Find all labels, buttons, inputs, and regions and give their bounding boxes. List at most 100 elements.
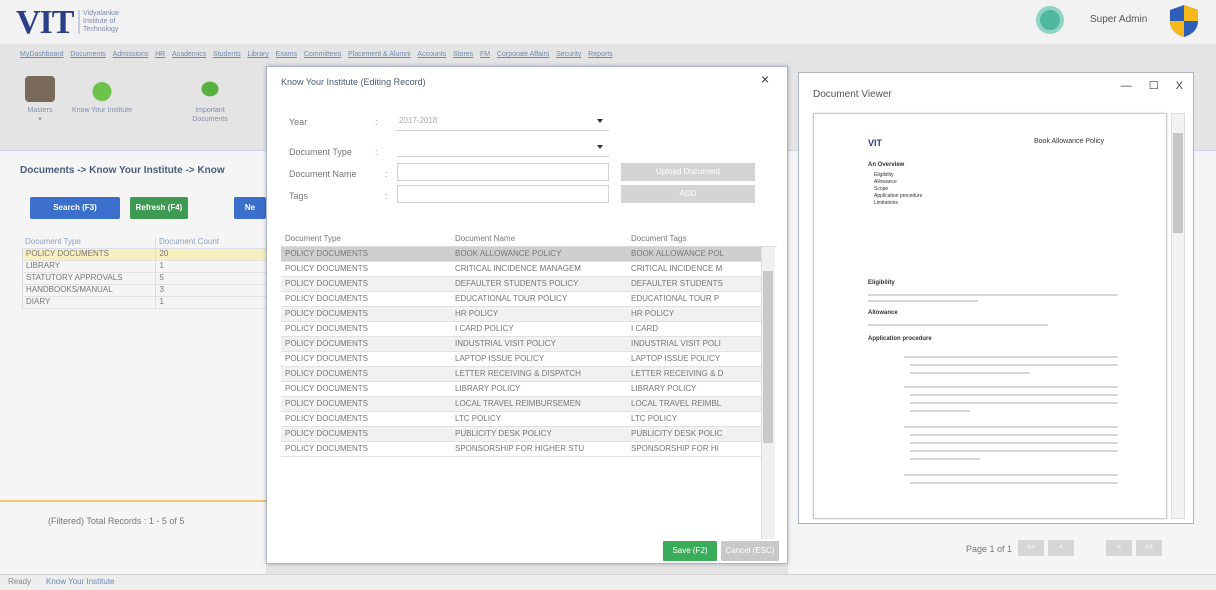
grid-row[interactable]: POLICY DOCUMENTS EDUCATIONAL TOUR POLICY E… bbox=[281, 292, 761, 307]
grid-row[interactable]: POLICY DOCUMENTS DEFAULTER STUDENTS POLIC… bbox=[281, 277, 761, 292]
colon: : bbox=[375, 117, 378, 127]
menu-library[interactable]: Library bbox=[247, 51, 268, 58]
viewer-scrollbar-thumb[interactable] bbox=[1173, 133, 1183, 233]
document-name-input[interactable] bbox=[397, 163, 609, 181]
table-row[interactable]: POLICY DOCUMENTS 20 bbox=[22, 249, 266, 261]
status-ready: Ready bbox=[8, 577, 32, 586]
first-page-button[interactable]: << bbox=[1018, 540, 1044, 556]
logo-text: VIT bbox=[16, 4, 74, 41]
grid-row[interactable]: POLICY DOCUMENTS SPONSORSHIP FOR HIGHER S… bbox=[281, 442, 761, 457]
shield-icon bbox=[1170, 5, 1198, 37]
grid-row[interactable]: POLICY DOCUMENTS LETTER RECEIVING & DISPA… bbox=[281, 367, 761, 382]
tags-label: Tags bbox=[289, 191, 309, 201]
status-bar bbox=[0, 574, 1216, 590]
year-select[interactable]: 2017-2018 bbox=[395, 113, 609, 131]
pager: Page 1 of 1 << < > >> bbox=[966, 540, 1196, 558]
institute-logo: VIT Vidyalankar Institute of Technology bbox=[16, 4, 126, 42]
doc-allowance-heading: Allowance bbox=[868, 310, 898, 316]
search-button[interactable]: Search (F3) bbox=[30, 197, 120, 219]
doc-overview-heading: An Overview bbox=[868, 162, 905, 168]
menu-reports[interactable]: Reports bbox=[588, 51, 613, 58]
menu-students[interactable]: Students bbox=[213, 51, 241, 58]
menu-stores[interactable]: Stores bbox=[453, 51, 473, 58]
year-label: Year bbox=[289, 117, 308, 127]
menu-dashboard[interactable]: MyDashboard bbox=[20, 51, 64, 58]
doc-logo: VIT bbox=[868, 138, 883, 148]
total-records: (Filtered) Total Records : 1 - 5 of 5 bbox=[48, 516, 185, 526]
table-row[interactable]: HANDBOOKS/MANUAL 3 bbox=[22, 285, 266, 297]
user-name[interactable]: Super Admin bbox=[1090, 14, 1147, 25]
grid-row[interactable]: POLICY DOCUMENTS HR POLICY HR POLICY bbox=[281, 307, 761, 322]
top-bar bbox=[0, 0, 1216, 44]
grid-scrollbar-thumb[interactable] bbox=[763, 271, 773, 443]
table-row[interactable]: LIBRARY 1 bbox=[22, 261, 266, 273]
viewer-title: Document Viewer bbox=[813, 89, 892, 100]
grid-row[interactable]: POLICY DOCUMENTS LOCAL TRAVEL REIMBURSEME… bbox=[281, 397, 761, 412]
grid-row[interactable]: POLICY DOCUMENTS BOOK ALLOWANCE POLICY BOO… bbox=[281, 247, 761, 262]
doc-procedure-heading: Application procedure bbox=[868, 336, 932, 342]
document-page: VIT Book Allowance Policy An Overview El… bbox=[813, 113, 1167, 519]
prev-page-button[interactable]: < bbox=[1048, 540, 1074, 556]
doc-bullet: Application procedure bbox=[874, 193, 923, 199]
grid-row[interactable]: POLICY DOCUMENTS INDUSTRIAL VISIT POLICY I… bbox=[281, 337, 761, 352]
next-page-button[interactable]: > bbox=[1106, 540, 1132, 556]
grid-row[interactable]: POLICY DOCUMENTS CRITICAL INCIDENCE MANAG… bbox=[281, 262, 761, 277]
menu-academics[interactable]: Academics bbox=[172, 51, 206, 58]
main-menu: MyDashboard Documents Admissions HR Acad… bbox=[0, 48, 1216, 66]
masters-icon bbox=[25, 76, 55, 102]
close-icon[interactable]: X bbox=[1176, 80, 1183, 92]
close-icon[interactable]: × bbox=[761, 71, 769, 87]
menu-corporate[interactable]: Corporate Affairs bbox=[497, 51, 549, 58]
new-button[interactable]: Ne bbox=[234, 197, 266, 219]
cancel-button[interactable]: Cancel (ESC) bbox=[721, 541, 779, 561]
minimize-icon[interactable]: — bbox=[1121, 80, 1132, 92]
table-row[interactable]: STATUTORY APPROVALS 5 bbox=[22, 273, 266, 285]
document-name-label: Document Name bbox=[289, 169, 357, 179]
add-button[interactable]: ADD bbox=[621, 185, 755, 203]
chevron-down-icon bbox=[597, 119, 603, 123]
dialog-title: Know Your Institute (Editing Record) bbox=[281, 77, 426, 87]
status-page: Know Your Institute bbox=[46, 577, 115, 586]
menu-placement[interactable]: Placement & Alumni bbox=[348, 51, 411, 58]
doc-bullet: Scope bbox=[874, 186, 889, 192]
menu-accounts[interactable]: Accounts bbox=[417, 51, 446, 58]
doc-title: Book Allowance Policy bbox=[1034, 138, 1105, 145]
upload-document-button[interactable]: Upload Document bbox=[621, 163, 755, 181]
leaf-icon bbox=[195, 76, 225, 102]
maximize-icon[interactable]: ☐ bbox=[1149, 80, 1159, 92]
grid-row[interactable]: POLICY DOCUMENTS LTC POLICY LTC POLICY bbox=[281, 412, 761, 427]
menu-hr[interactable]: HR bbox=[155, 51, 165, 58]
documents-grid: Document Type Document Name Document Tag… bbox=[281, 231, 777, 539]
ribbon-masters[interactable]: Masters ▾ bbox=[10, 70, 70, 124]
document-viewer-window: Document Viewer — ☐ X VIT Book Allowance… bbox=[798, 72, 1194, 524]
grid-row[interactable]: POLICY DOCUMENTS I CARD POLICY I CARD bbox=[281, 322, 761, 337]
menu-admissions[interactable]: Admissions bbox=[113, 51, 149, 58]
save-button[interactable]: Save (F2) bbox=[663, 541, 717, 561]
colon: : bbox=[385, 191, 388, 201]
page-indicator: Page 1 of 1 bbox=[966, 544, 1013, 554]
user-avatar-icon[interactable] bbox=[1036, 6, 1064, 34]
document-type-table: Document Type Document Count POLICY DOCU… bbox=[22, 237, 266, 309]
document-type-label: Document Type bbox=[289, 147, 352, 157]
refresh-button[interactable]: Refresh (F4) bbox=[130, 197, 188, 219]
menu-exams[interactable]: Exams bbox=[276, 51, 297, 58]
grid-row[interactable]: POLICY DOCUMENTS PUBLICITY DESK POLICY PUB… bbox=[281, 427, 761, 442]
window-controls: — ☐ X bbox=[1107, 79, 1183, 92]
globe-icon bbox=[87, 76, 117, 102]
table-row[interactable]: DIARY 1 bbox=[22, 297, 266, 309]
document-type-select[interactable] bbox=[397, 139, 609, 157]
menu-fm[interactable]: FM bbox=[480, 51, 490, 58]
doc-bullet: Allowance bbox=[874, 179, 897, 185]
menu-security[interactable]: Security bbox=[556, 51, 581, 58]
ribbon-important-documents[interactable]: Important Documents bbox=[180, 70, 240, 124]
chevron-down-icon bbox=[597, 145, 603, 149]
grid-row[interactable]: POLICY DOCUMENTS LAPTOP ISSUE POLICY LAPTO… bbox=[281, 352, 761, 367]
edit-record-dialog: Know Your Institute (Editing Record) × Y… bbox=[266, 66, 788, 564]
grid-row[interactable]: POLICY DOCUMENTS LIBRARY POLICY LIBRARY PO… bbox=[281, 382, 761, 397]
colon: : bbox=[375, 147, 378, 157]
menu-committees[interactable]: Committees bbox=[304, 51, 341, 58]
tags-input[interactable] bbox=[397, 185, 609, 203]
last-page-button[interactable]: >> bbox=[1136, 540, 1162, 556]
menu-documents[interactable]: Documents bbox=[70, 51, 105, 58]
ribbon-know-your-institute[interactable]: Know Your Institute bbox=[72, 70, 132, 115]
